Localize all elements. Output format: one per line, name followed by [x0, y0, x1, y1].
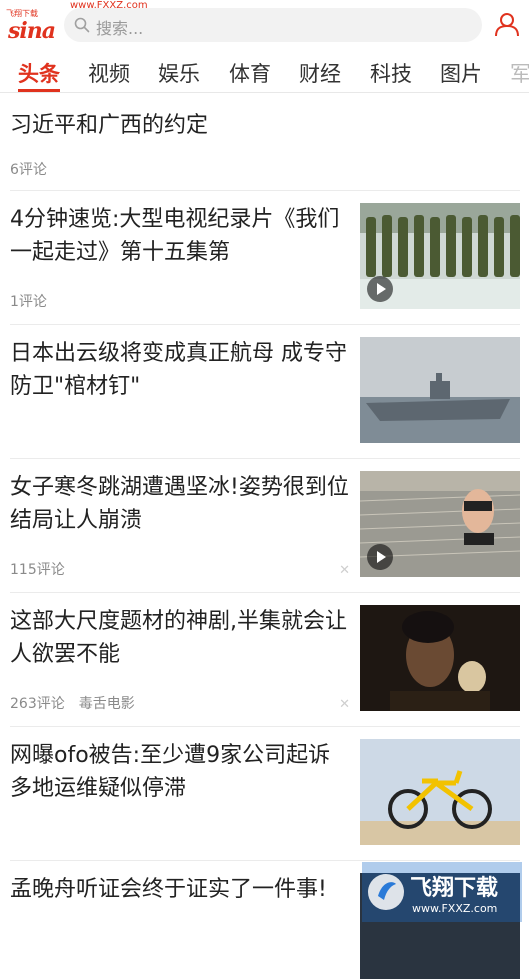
article-title: 网曝ofo被告:至少遭9家公司起诉 多地运维疑似停滞 — [10, 743, 331, 801]
search-bar[interactable]: 搜索... — [64, 8, 482, 42]
user-icon[interactable] — [494, 11, 520, 37]
tab-military[interactable]: 军 — [510, 58, 529, 88]
comment-count: 6评论 — [10, 162, 47, 178]
article-meta: 115评论 — [10, 559, 65, 579]
list-item[interactable]: 这部大尺度题材的神剧,半集就会让人欲罢不能 263评论 毒舌电影 ✕ — [10, 593, 520, 727]
thumbnail-carrier[interactable] — [360, 337, 520, 443]
list-item[interactable]: 女子寒冬跳湖遭遇坚冰!姿势很到位结局让人崩溃 115评论 ✕ — [10, 459, 520, 593]
article-meta: 263评论 毒舌电影 — [10, 693, 135, 713]
watermark-bottom-url: www.FXXZ.com — [412, 902, 498, 915]
comment-count: 1评论 — [10, 294, 47, 310]
tab-tech[interactable]: 科技 — [370, 58, 412, 88]
search-icon — [74, 17, 90, 33]
sina-logo[interactable]: 飞翔下载 sina — [6, 8, 60, 44]
tab-sports[interactable]: 体育 — [229, 58, 271, 88]
article-title: 习近平和广西的约定 — [10, 113, 209, 138]
logo-text: sina — [8, 18, 56, 44]
comment-count: 115评论 — [10, 562, 65, 578]
dismiss-icon[interactable]: ✕ — [339, 563, 350, 578]
article-title: 4分钟速览:大型电视纪录片《我们一起走过》第十五集第 — [10, 207, 340, 265]
top-bar: 飞翔下载 sina www.FXXZ.com 搜索... — [0, 0, 529, 50]
watermark-bottom-text: 飞翔下载 — [410, 876, 499, 901]
dismiss-icon[interactable]: ✕ — [339, 697, 350, 712]
search-placeholder: 搜索... — [96, 19, 144, 38]
thumbnail-soldiers[interactable] — [360, 203, 520, 309]
thumbnail-bike[interactable] — [360, 739, 520, 845]
thumbnail-drama[interactable] — [360, 605, 520, 711]
list-item[interactable]: 4分钟速览:大型电视纪录片《我们一起走过》第十五集第 1评论 — [10, 191, 520, 325]
article-title: 孟晚舟听证会终于证实了一件事! — [10, 877, 327, 902]
list-item[interactable]: 网曝ofo被告:至少遭9家公司起诉 多地运维疑似停滞 — [10, 727, 520, 861]
article-title: 这部大尺度题材的神剧,半集就会让人欲罢不能 — [10, 609, 347, 667]
tab-video[interactable]: 视频 — [88, 58, 130, 88]
tab-pictures[interactable]: 图片 — [440, 58, 482, 88]
active-tab-indicator — [18, 89, 60, 92]
article-meta: 6评论 — [10, 159, 47, 179]
watermark-bottom: 飞翔下载 www.FXXZ.com — [362, 862, 522, 922]
article-meta: 1评论 — [10, 291, 47, 311]
play-icon[interactable] — [366, 543, 394, 571]
article-title: 日本出云级将变成真正航母 成专守防卫"棺材钉" — [10, 341, 347, 399]
article-source: 毒舌电影 — [78, 696, 135, 712]
list-item[interactable]: 日本出云级将变成真正航母 成专守防卫"棺材钉" — [10, 325, 520, 459]
tab-headline[interactable]: 头条 — [18, 58, 60, 88]
comment-count: 263评论 — [10, 696, 65, 712]
list-item[interactable]: 习近平和广西的约定 6评论 — [10, 93, 520, 191]
article-title: 女子寒冬跳湖遭遇坚冰!姿势很到位结局让人崩溃 — [10, 475, 349, 533]
tab-entertainment[interactable]: 娱乐 — [158, 58, 200, 88]
thumbnail-lake[interactable] — [360, 471, 520, 577]
tab-finance[interactable]: 财经 — [299, 58, 341, 88]
channel-tabs: 头条 视频 娱乐 体育 财经 科技 图片 军 — [0, 50, 529, 93]
play-icon[interactable] — [366, 275, 394, 303]
